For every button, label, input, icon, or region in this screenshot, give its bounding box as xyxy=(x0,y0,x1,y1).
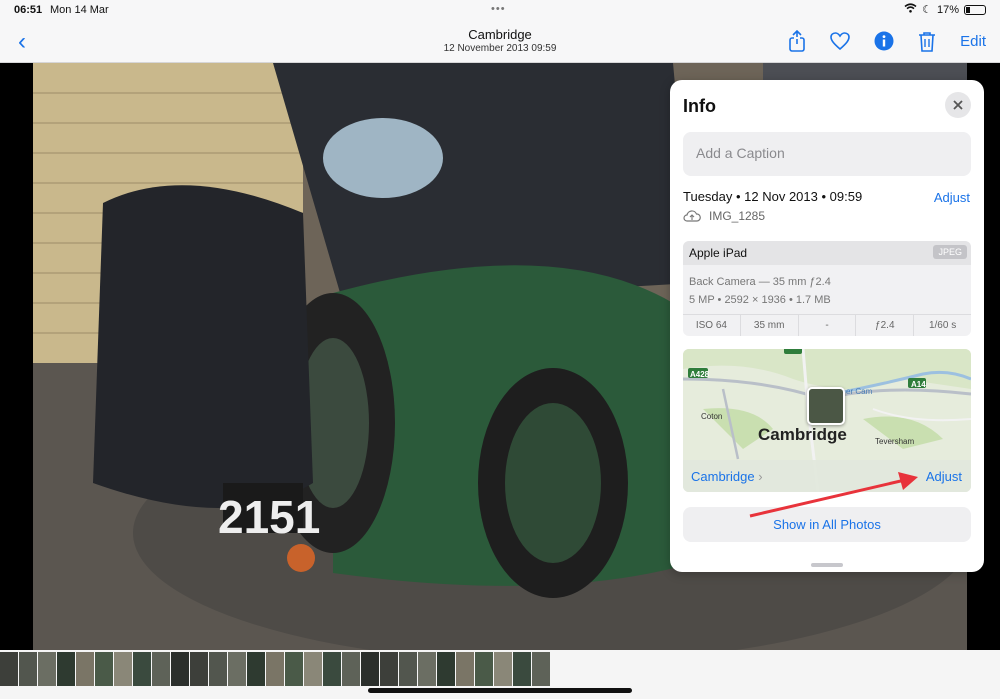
thumbnail[interactable] xyxy=(114,652,132,686)
thumbnail[interactable] xyxy=(133,652,151,686)
thumbnail[interactable] xyxy=(57,652,75,686)
thumbnail[interactable] xyxy=(76,652,94,686)
thumbnail[interactable] xyxy=(323,652,341,686)
home-indicator[interactable] xyxy=(368,688,632,693)
thumbnail[interactable] xyxy=(209,652,227,686)
thumbnail[interactable] xyxy=(456,652,474,686)
thumbnail[interactable] xyxy=(513,652,531,686)
thumbnail[interactable] xyxy=(171,652,189,686)
thumbnail[interactable] xyxy=(361,652,379,686)
thumbnail[interactable] xyxy=(532,652,550,686)
thumbnail[interactable] xyxy=(19,652,37,686)
thumbnail[interactable] xyxy=(0,652,18,686)
thumbnail[interactable] xyxy=(247,652,265,686)
thumbnail[interactable] xyxy=(342,652,360,686)
thumbnail[interactable] xyxy=(95,652,113,686)
thumbnail[interactable] xyxy=(437,652,455,686)
thumbnail[interactable] xyxy=(399,652,417,686)
thumbnail[interactable] xyxy=(190,652,208,686)
thumbnail[interactable] xyxy=(38,652,56,686)
thumbnail-list xyxy=(0,652,551,686)
annotation-arrow xyxy=(749,472,918,518)
thumbnail[interactable] xyxy=(285,652,303,686)
thumbnail[interactable] xyxy=(266,652,284,686)
thumbnail[interactable] xyxy=(152,652,170,686)
thumbnail[interactable] xyxy=(380,652,398,686)
thumbnail[interactable] xyxy=(475,652,493,686)
thumbnail[interactable] xyxy=(228,652,246,686)
thumbnail[interactable] xyxy=(304,652,322,686)
thumbnail[interactable] xyxy=(494,652,512,686)
thumbnail[interactable] xyxy=(418,652,436,686)
